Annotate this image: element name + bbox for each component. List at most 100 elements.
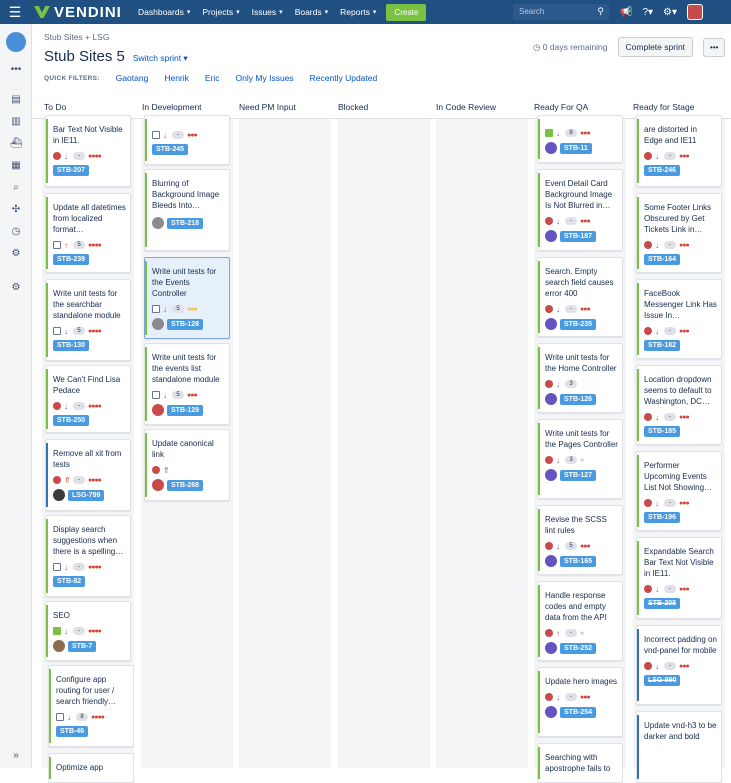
issue-key[interactable]: STB-187 — [560, 230, 597, 242]
nav-reports[interactable]: Reports — [334, 0, 382, 24]
issue-card[interactable]: ↓ 8 ●●● STB-11 — [537, 115, 623, 163]
switch-sprint-link[interactable]: Switch sprint ▾ — [133, 53, 188, 64]
issue-card[interactable]: Some Footer Links Obscured by Get Ticket… — [636, 193, 722, 273]
issue-card[interactable]: Bar Text Not Visible in IE11. ↓ - ●●●● STB… — [45, 115, 131, 187]
assignee-avatar[interactable] — [53, 640, 65, 652]
breadcrumb[interactable]: Stub Sites + LSG — [44, 32, 188, 42]
complete-sprint-button[interactable]: Complete sprint — [617, 37, 694, 57]
issue-card[interactable]: Display search suggestions when there is… — [45, 515, 131, 597]
vendini-logo[interactable]: VENDINI — [34, 4, 122, 21]
clock-icon[interactable]: ◷ — [10, 226, 22, 238]
project-avatar[interactable] — [6, 32, 26, 52]
issue-key[interactable]: STB-182 — [644, 340, 681, 351]
project-settings-icon[interactable]: ⚙ — [10, 282, 22, 294]
issue-card[interactable]: Location dropdown seems to default to Wa… — [636, 365, 722, 445]
issue-card[interactable]: Blurring of Background Image Bleeds Into… — [144, 169, 230, 251]
issues-icon[interactable]: ⌕ — [10, 182, 22, 194]
issue-card[interactable]: Search. Empty search field causes error … — [537, 257, 623, 337]
issue-key[interactable]: STB-127 — [560, 469, 597, 481]
issue-card[interactable]: Handle response codes and empty data fro… — [537, 581, 623, 661]
issue-card[interactable]: Revise the SCSS lint rules ↓ 5 ●●● STB-165 — [537, 505, 623, 575]
megaphone-icon[interactable]: 📢 — [620, 7, 632, 18]
filter-recently-updated[interactable]: Recently Updated — [310, 73, 378, 83]
issue-key[interactable]: STB-252 — [560, 642, 597, 654]
components-icon[interactable]: ✣ — [10, 204, 22, 216]
assignee-avatar[interactable] — [152, 479, 164, 491]
issue-key[interactable]: STB-130 — [53, 340, 90, 351]
issue-card[interactable]: Write unit tests for the searchbar stand… — [45, 279, 131, 361]
filter-only-my-issues[interactable]: Only My Issues — [236, 73, 294, 83]
settings-icon[interactable]: ⚙ — [10, 248, 22, 260]
issue-card[interactable]: Optimize app — [48, 753, 134, 783]
issue-card[interactable]: FaceBook Messenger Link Has Issue In… ↓ -… — [636, 279, 722, 359]
assignee-avatar[interactable] — [152, 404, 164, 416]
issue-card[interactable]: Searching with apostrophe fails to — [537, 743, 623, 783]
expand-icon[interactable]: » — [10, 750, 22, 762]
releases-icon[interactable]: ⛴ — [10, 138, 23, 150]
issue-card[interactable]: Update hero images ↓ - ●●● STB-254 — [537, 667, 623, 737]
backlog-icon[interactable]: ▤ — [10, 94, 22, 106]
issue-key[interactable]: STB-46 — [56, 726, 89, 737]
issue-key[interactable]: STB-196 — [644, 512, 681, 523]
assignee-avatar[interactable] — [152, 217, 164, 229]
assignee-avatar[interactable] — [545, 642, 557, 654]
issue-key[interactable]: STB-165 — [560, 555, 597, 567]
issue-key[interactable]: STB-164 — [644, 254, 681, 265]
assignee-avatar[interactable] — [545, 393, 557, 405]
more-icon[interactable]: ••• — [10, 64, 22, 76]
help-icon[interactable]: ?▾ — [642, 7, 653, 18]
nav-dashboards[interactable]: Dashboards — [132, 0, 196, 24]
create-button[interactable]: Create — [386, 3, 427, 21]
issue-key[interactable]: STB-128 — [167, 318, 204, 330]
assignee-avatar[interactable] — [545, 142, 557, 154]
issue-key[interactable]: LSG-990 — [644, 675, 681, 686]
issue-card[interactable]: Write unit tests for the Events Controll… — [144, 257, 230, 339]
issue-key[interactable]: STB-208 — [644, 598, 681, 609]
issue-key[interactable]: STB-82 — [53, 576, 86, 587]
issue-key[interactable]: STB-11 — [560, 142, 592, 154]
issue-key[interactable]: STB-239 — [53, 254, 90, 265]
nav-projects[interactable]: Projects — [196, 0, 245, 24]
issue-card[interactable]: Write unit tests for the Pages Controlle… — [537, 419, 623, 499]
assignee-avatar[interactable] — [545, 469, 557, 481]
search-input[interactable]: Search ⚲ — [513, 4, 609, 20]
nav-issues[interactable]: Issues — [246, 0, 289, 24]
issue-card[interactable]: ↓ - ●●● STB-245 — [144, 115, 230, 165]
board-icon[interactable]: ▥ — [10, 116, 22, 128]
issue-key[interactable]: STB-246 — [644, 165, 681, 176]
issue-key[interactable]: STB-207 — [53, 165, 90, 176]
issue-key[interactable]: STB-185 — [644, 426, 681, 437]
issue-card[interactable]: Configure app routing for user / search … — [48, 665, 134, 747]
more-actions-button[interactable]: ••• — [703, 37, 726, 57]
issue-card[interactable]: Incorrect padding on vnd-panel for mobil… — [636, 625, 722, 705]
assignee-avatar[interactable] — [545, 706, 557, 718]
assignee-avatar[interactable] — [53, 489, 65, 501]
assignee-avatar[interactable] — [545, 555, 557, 567]
issue-card[interactable]: SEO ↓ - ●●●● STB-7 — [45, 601, 131, 661]
issue-card[interactable]: Write unit tests for the events list sta… — [144, 343, 230, 425]
issue-card[interactable]: Update all datetimes from localized form… — [45, 193, 131, 273]
issue-card[interactable]: are distorted in Edge and IE11 ↓ - ●●● STB… — [636, 115, 722, 187]
issue-card[interactable]: Update canonical link ⇑ STB-268 — [144, 429, 230, 501]
issue-key[interactable]: STB-218 — [167, 217, 204, 229]
issue-card[interactable]: We Can't Find Lisa Pedace ↓ - ●●●● STB-250 — [45, 365, 131, 433]
issue-key[interactable]: STB-254 — [560, 706, 597, 718]
issue-key[interactable]: STB-245 — [152, 144, 189, 155]
issue-key[interactable]: LSG-799 — [68, 489, 105, 501]
filter-gaotang[interactable]: Gaotang — [116, 73, 149, 83]
menu-icon[interactable]: ☰ — [0, 0, 30, 24]
nav-boards[interactable]: Boards — [289, 0, 334, 24]
issue-card[interactable]: Performer Upcoming Events List Not Showi… — [636, 451, 722, 531]
issue-card[interactable]: Update vnd-h3 to be darker and bold — [636, 711, 722, 783]
assignee-avatar[interactable] — [545, 230, 557, 242]
filter-eric[interactable]: Eric — [205, 73, 220, 83]
issue-key[interactable]: STB-126 — [560, 393, 597, 405]
issue-card[interactable]: Remove all xit from tests ⇑ - ●●●● LSG-799 — [45, 439, 131, 511]
issue-card[interactable]: Write unit tests for the Home Controller… — [537, 343, 623, 413]
issue-key[interactable]: STB-268 — [167, 479, 204, 491]
issue-key[interactable]: STB-250 — [53, 415, 90, 426]
issue-card[interactable]: Expandable Search Bar Text Not Visible i… — [636, 537, 722, 619]
issue-key[interactable]: STB-235 — [560, 318, 597, 330]
issue-key[interactable]: STB-7 — [68, 640, 97, 652]
issue-card[interactable]: Event Detail Card Background Image Is No… — [537, 169, 623, 251]
